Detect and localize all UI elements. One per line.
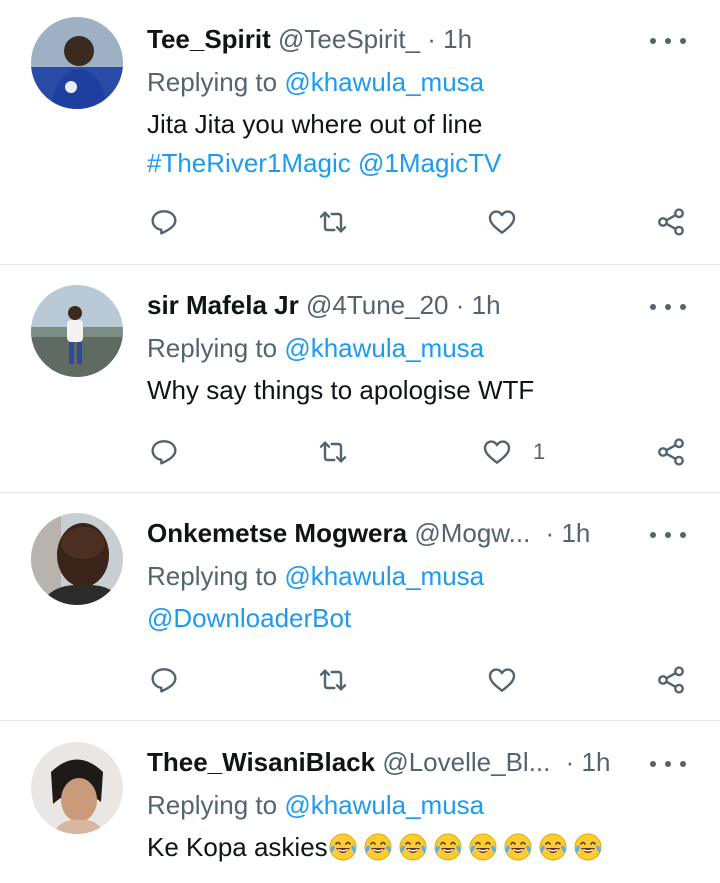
laughing-tears-emoji-icon — [503, 832, 533, 862]
reply-icon[interactable] — [148, 206, 180, 238]
timestamp[interactable]: 1h — [443, 24, 472, 54]
tweet-mention-link[interactable]: @DownloaderBot — [147, 601, 351, 635]
tweet-header: Thee_WisaniBlack @Lovelle_Bl... · 1h — [147, 745, 610, 779]
more-options-icon[interactable] — [650, 295, 686, 319]
timestamp[interactable]: 1h — [582, 747, 611, 777]
reply-to-link[interactable]: @khawula_musa — [284, 333, 484, 363]
reply-prefix: Replying to — [147, 67, 278, 97]
display-name[interactable]: Onkemetse Mogwera — [147, 518, 407, 548]
tweet-hashtag-mention-links[interactable]: #TheRiver1Magic @1MagicTV — [147, 146, 501, 180]
more-options-icon[interactable] — [650, 29, 686, 53]
tweet-thee-wisaniblack[interactable]: Thee_WisaniBlack @Lovelle_Bl... · 1h Rep… — [0, 721, 720, 883]
laughing-tears-emoji-icon — [468, 832, 498, 862]
avatar[interactable] — [31, 285, 123, 377]
user-handle[interactable]: @Lovelle_Bl... — [382, 747, 550, 777]
reply-prefix: Replying to — [147, 790, 278, 820]
reply-context: Replying to @khawula_musa — [147, 331, 484, 365]
emoji-row — [328, 832, 608, 862]
share-icon[interactable] — [655, 436, 687, 468]
retweet-icon[interactable] — [317, 436, 349, 468]
like-heart-icon[interactable] — [486, 206, 518, 238]
tweet-header: sir Mafela Jr @4Tune_20 · 1h — [147, 288, 501, 322]
like-count: 1 — [533, 439, 546, 464]
display-name[interactable]: Thee_WisaniBlack — [147, 747, 375, 777]
avatar[interactable] — [31, 742, 123, 834]
retweet-icon[interactable] — [317, 206, 349, 238]
laughing-tears-emoji-icon — [398, 832, 428, 862]
reply-to-link[interactable]: @khawula_musa — [284, 790, 484, 820]
tweet-onkemetse[interactable]: Onkemetse Mogwera @Mogw... · 1h Replying… — [0, 493, 720, 720]
separator-dot: · — [455, 290, 465, 320]
retweet-icon[interactable] — [317, 664, 349, 696]
like-heart-icon[interactable] — [481, 436, 513, 468]
tweet-text: Ke Kopa askies — [147, 832, 328, 862]
laughing-tears-emoji-icon — [363, 832, 393, 862]
like-heart-icon[interactable] — [486, 664, 518, 696]
tweet-tee-spirit[interactable]: Tee_Spirit @TeeSpirit_ · 1h Replying to … — [0, 0, 720, 264]
user-handle[interactable]: @Mogw... — [414, 518, 530, 548]
reply-context: Replying to @khawula_musa — [147, 559, 484, 593]
user-handle[interactable]: @4Tune_20 — [306, 290, 449, 320]
tweet-sir-mafela[interactable]: sir Mafela Jr @4Tune_20 · 1h Replying to… — [0, 265, 720, 492]
user-handle[interactable]: @TeeSpirit_ — [278, 24, 420, 54]
more-options-icon[interactable] — [650, 523, 686, 547]
avatar[interactable] — [31, 17, 123, 109]
display-name[interactable]: Tee_Spirit — [147, 24, 271, 54]
laughing-tears-emoji-icon — [538, 832, 568, 862]
more-options-icon[interactable] — [650, 752, 686, 776]
reply-context: Replying to @khawula_musa — [147, 65, 484, 99]
share-icon[interactable] — [655, 206, 687, 238]
tweet-text: Jita Jita you where out of line — [147, 109, 483, 139]
display-name[interactable]: sir Mafela Jr — [147, 290, 299, 320]
reply-to-link[interactable]: @khawula_musa — [284, 67, 484, 97]
separator-dot: · — [545, 518, 555, 548]
timestamp[interactable]: 1h — [472, 290, 501, 320]
tweet-header: Tee_Spirit @TeeSpirit_ · 1h — [147, 22, 472, 56]
laughing-tears-emoji-icon — [573, 832, 603, 862]
reply-prefix: Replying to — [147, 561, 278, 591]
tweet-header: Onkemetse Mogwera @Mogw... · 1h — [147, 516, 590, 550]
laughing-tears-emoji-icon — [328, 832, 358, 862]
reply-icon[interactable] — [148, 664, 180, 696]
tweet-text-row: Ke Kopa askies — [147, 830, 608, 864]
reply-context: Replying to @khawula_musa — [147, 788, 484, 822]
tweet-text: Why say things to apologise WTF — [147, 375, 535, 405]
laughing-tears-emoji-icon — [433, 832, 463, 862]
share-icon[interactable] — [655, 664, 687, 696]
avatar[interactable] — [31, 513, 123, 605]
separator-dot: · — [427, 24, 436, 54]
reply-icon[interactable] — [148, 436, 180, 468]
reply-to-link[interactable]: @khawula_musa — [284, 561, 484, 591]
reply-prefix: Replying to — [147, 333, 278, 363]
separator-dot: · — [565, 747, 575, 777]
timestamp[interactable]: 1h — [561, 518, 590, 548]
